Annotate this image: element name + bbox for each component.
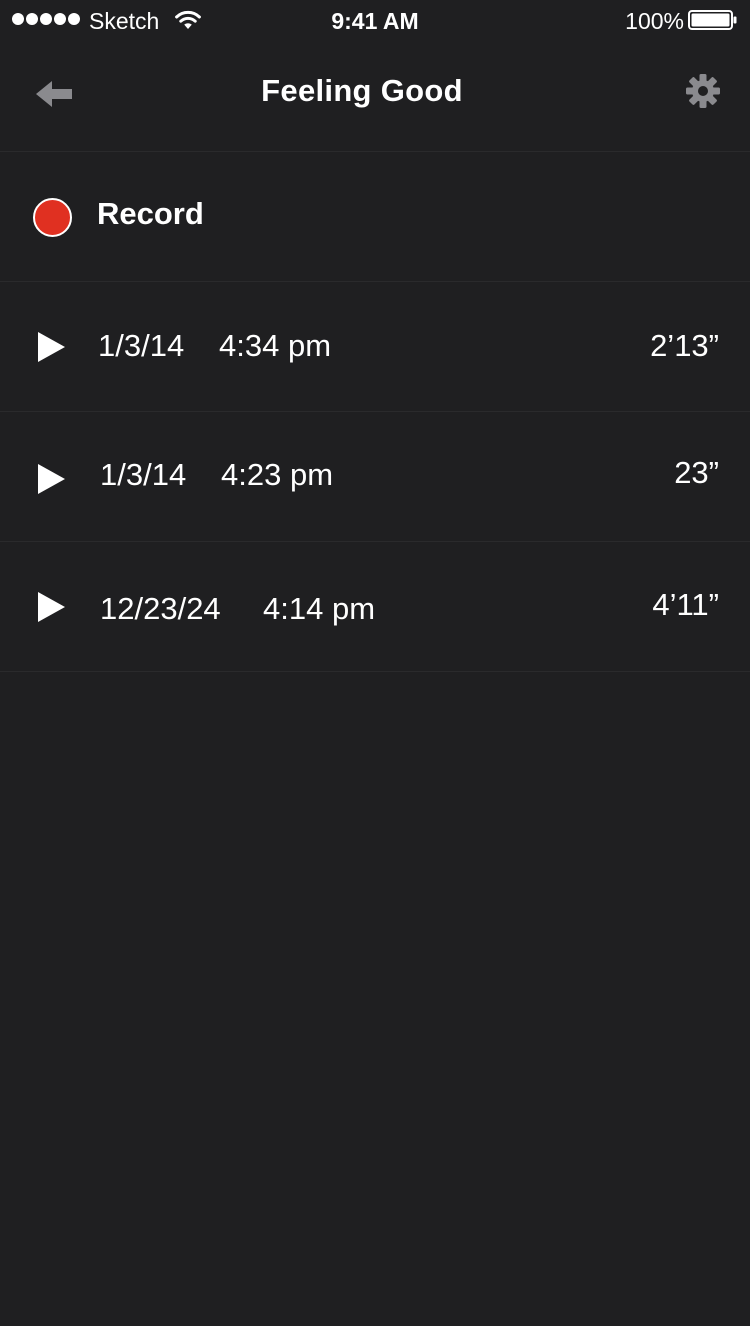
recording-duration: 2’13” <box>650 328 719 363</box>
recording-row[interactable]: 1/3/14 4:23 pm 23” <box>0 412 750 542</box>
recording-date: 1/3/14 <box>98 328 185 363</box>
status-bar: Sketch 9:41 AM 100% <box>0 0 750 40</box>
play-icon[interactable] <box>38 592 66 622</box>
battery-percent: 100% <box>625 8 684 34</box>
recording-time: 4:14 pm <box>263 591 376 626</box>
settings-button[interactable] <box>683 71 723 111</box>
recording-row[interactable]: 1/3/14 4:34 pm 2’13” <box>0 282 750 412</box>
record-label: Record <box>97 196 204 231</box>
recording-date: 1/3/14 <box>100 457 187 492</box>
record-dot-icon <box>33 198 72 237</box>
recording-duration: 23” <box>674 455 719 490</box>
recording-time: 4:23 pm <box>221 457 334 492</box>
play-icon[interactable] <box>38 332 66 362</box>
gear-icon <box>686 74 720 108</box>
record-button[interactable]: Record <box>0 152 750 282</box>
battery-icon <box>688 10 737 30</box>
play-icon[interactable] <box>38 464 66 494</box>
recording-date: 12/23/24 <box>100 591 221 626</box>
recording-row[interactable]: 12/23/24 4:14 pm 4’11” <box>0 542 750 672</box>
page-title: Feeling Good <box>261 73 463 108</box>
nav-bar: Feeling Good <box>0 40 750 152</box>
recording-time: 4:34 pm <box>219 328 332 363</box>
recording-duration: 4’11” <box>652 587 719 622</box>
